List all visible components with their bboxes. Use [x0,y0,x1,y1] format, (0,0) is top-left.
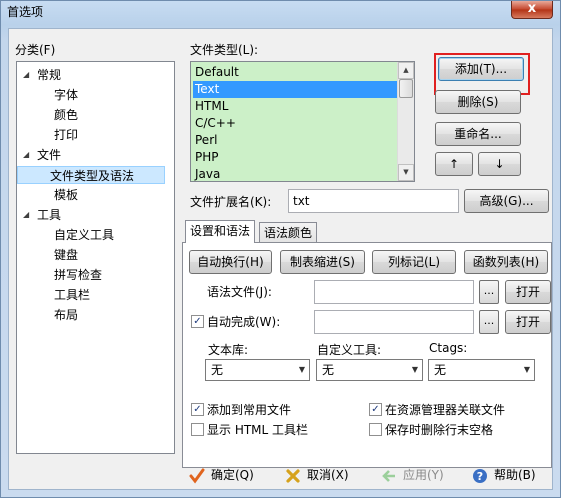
tree-item-keyboard[interactable]: 键盘 [54,246,78,264]
custom-tools-select[interactable]: 无 ▼ [316,359,423,381]
extension-label: 文件扩展名(K): [190,195,272,209]
syntax-file-open-button[interactable]: 打开 [505,280,551,304]
tree-item-custom-tools[interactable]: 自定义工具 [54,226,114,244]
tree-item-toolbar[interactable]: 工具栏 [54,286,90,304]
scroll-thumb[interactable] [399,79,413,98]
add-recent-files-label: 添加到常用文件 [207,403,292,417]
tab-indent-button[interactable]: 制表缩进(S) [280,250,365,274]
tree-item-color[interactable]: 颜色 [54,106,78,124]
rename-button[interactable]: 重命名... [435,122,521,146]
help-icon: ? [473,468,487,483]
window-title: 首选项 [7,5,44,19]
text-library-select[interactable]: 无 ▼ [205,359,310,381]
expand-arrow-icon[interactable]: ◢ [23,206,29,224]
list-item-selected[interactable]: Text [193,81,397,98]
function-list-button[interactable]: 函数列表(H) [464,250,548,274]
word-wrap-button[interactable]: 自动换行(H) [189,250,272,274]
extension-input[interactable]: txt [288,189,459,213]
title-bar[interactable]: 首选项 x [1,1,560,21]
ok-button[interactable]: 确定(Q) [189,466,254,484]
list-item[interactable]: PHP [193,149,397,166]
move-up-button[interactable]: ↑ [435,152,473,176]
left-arrow-icon [382,469,395,482]
tree-item-general[interactable]: ◢ 常规 [23,66,61,84]
list-item[interactable]: Default [193,64,397,81]
advanced-button[interactable]: 高级(G)... [464,189,549,213]
category-label: 分类(F) [15,43,56,57]
scroll-down-icon[interactable]: ▼ [398,164,414,181]
help-button[interactable]: ? 帮助(B) [472,466,536,484]
explorer-association-checkbox[interactable]: ✓ [369,403,382,416]
filetypes-scrollbar[interactable]: ▲ ▼ [397,62,414,181]
close-button[interactable]: x [511,1,553,19]
show-html-toolbar-checkbox[interactable] [191,423,204,436]
tab-settings-syntax[interactable]: 设置和语法 [185,220,256,243]
tree-item-font[interactable]: 字体 [54,86,78,104]
autocomplete-checkbox[interactable]: ✓ [191,315,204,328]
ctags-label: Ctags: [429,341,468,355]
autocomplete-input[interactable] [314,310,474,334]
svg-text:?: ? [477,470,483,483]
tree-item-spellcheck[interactable]: 拼写检查 [54,266,102,284]
cancel-button[interactable]: 取消(X) [285,466,349,484]
tree-item-template[interactable]: 模板 [54,186,78,204]
list-item[interactable]: Perl [193,132,397,149]
tree-item-layout[interactable]: 布局 [54,306,78,324]
apply-button[interactable]: 应用(Y) [381,466,444,484]
autocomplete-browse-button[interactable]: ... [479,310,499,334]
tree-item-filetypes-syntax[interactable]: 文件类型及语法 [17,166,165,184]
column-marker-button[interactable]: 列标记(L) [372,250,456,274]
trim-trailing-space-checkbox[interactable] [369,423,382,436]
text-library-label: 文本库: [208,343,249,357]
watermark-logo: Bai du 经验 [404,443,523,467]
chevron-down-icon: ▼ [523,365,530,374]
add-recent-files-checkbox[interactable]: ✓ [191,403,204,416]
list-item[interactable]: HTML [193,98,397,115]
dialog-client-area: 分类(F) ◢ 常规 字体 颜色 打印 ◢ 文件 文件类型及语法 模板 ◢ 工具 自定… [8,28,553,490]
tab-syntax-color[interactable]: 语法颜色 [259,222,318,244]
settings-tab-panel: 自动换行(H) 制表缩进(S) 列标记(L) 函数列表(H) 语法文件(J): … [182,242,552,468]
syntax-file-input[interactable] [314,280,474,304]
tree-item-print[interactable]: 打印 [54,126,78,144]
list-item[interactable]: C/C++ [193,115,397,132]
expand-arrow-icon[interactable]: ◢ [23,146,29,164]
autocomplete-open-button[interactable]: 打开 [505,310,551,334]
tree-item-file[interactable]: ◢ 文件 [23,146,61,164]
move-down-button[interactable]: ↓ [478,152,521,176]
tree-item-tools[interactable]: ◢ 工具 [23,206,61,224]
explorer-association-label: 在资源管理器关联文件 [385,403,506,417]
cross-icon [286,468,300,483]
trim-trailing-space-label: 保存时删除行末空格 [385,423,494,437]
filetypes-listbox[interactable]: Default Text HTML C/C++ Perl PHP Java ▲ … [190,61,415,182]
checkmark-icon [189,468,205,483]
ctags-select[interactable]: 无 ▼ [428,359,535,381]
add-button[interactable]: 添加(T)... [438,57,524,81]
show-html-toolbar-label: 显示 HTML 工具栏 [207,423,309,437]
filetypes-label: 文件类型(L): [190,43,259,57]
list-item[interactable]: Java [193,166,397,181]
scroll-up-icon[interactable]: ▲ [398,62,414,79]
chevron-down-icon: ▼ [298,365,305,374]
autocomplete-label: 自动完成(W): [207,315,281,329]
syntax-file-browse-button[interactable]: ... [479,280,499,304]
category-tree[interactable]: ◢ 常规 字体 颜色 打印 ◢ 文件 文件类型及语法 模板 ◢ 工具 自定义工具 键盘… [16,61,175,454]
custom-tools-label: 自定义工具: [317,343,382,357]
chevron-down-icon: ▼ [411,365,418,374]
expand-arrow-icon[interactable]: ◢ [23,66,29,84]
syntax-file-label: 语法文件(J): [207,285,272,299]
delete-button[interactable]: 删除(S) [435,90,521,114]
